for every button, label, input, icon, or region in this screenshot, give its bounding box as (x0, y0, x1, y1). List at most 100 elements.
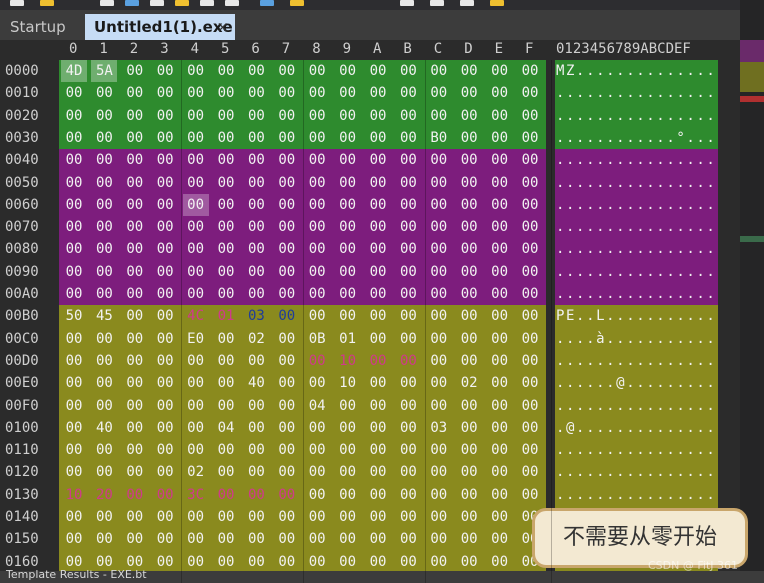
hex-byte[interactable]: 00 (274, 417, 300, 439)
hex-byte[interactable]: 00 (213, 261, 239, 283)
hex-byte[interactable]: 00 (426, 461, 452, 483)
hex-byte[interactable]: 00 (61, 105, 87, 127)
hex-byte[interactable]: 00 (365, 484, 391, 506)
hex-byte[interactable]: 00 (426, 328, 452, 350)
hex-byte[interactable]: 00 (365, 82, 391, 104)
hex-byte[interactable]: 00 (395, 328, 421, 350)
hex-byte[interactable]: 20 (91, 484, 117, 506)
hex-byte[interactable]: 00 (152, 60, 178, 82)
hex-byte[interactable]: 00 (395, 551, 421, 573)
hex-byte[interactable]: 00 (152, 484, 178, 506)
hex-byte[interactable]: 00 (152, 238, 178, 260)
hex-byte[interactable]: 00 (456, 506, 482, 528)
hex-byte[interactable]: 00 (91, 149, 117, 171)
ascii-row[interactable]: ................ (556, 105, 718, 127)
hex-byte[interactable]: 00 (61, 82, 87, 104)
hex-byte[interactable]: 00 (426, 551, 452, 573)
hex-byte[interactable]: 10 (61, 484, 87, 506)
ascii-row[interactable]: ................ (556, 238, 718, 260)
hex-byte[interactable]: 00 (91, 350, 117, 372)
hex-byte[interactable]: 00 (365, 216, 391, 238)
hex-byte[interactable]: 40 (243, 372, 269, 394)
hex-byte[interactable]: 00 (213, 528, 239, 550)
copy-icon[interactable] (200, 0, 214, 6)
hex-byte[interactable]: 00 (365, 127, 391, 149)
hex-byte[interactable]: 00 (182, 193, 209, 216)
hex-byte[interactable]: 00 (487, 149, 513, 171)
hex-byte[interactable]: 00 (456, 194, 482, 216)
hex-byte[interactable]: 00 (243, 484, 269, 506)
hex-byte[interactable]: 00 (456, 283, 482, 305)
new-file-icon[interactable] (10, 0, 24, 6)
hex-byte[interactable]: 00 (456, 484, 482, 506)
hex-byte[interactable]: 00 (456, 82, 482, 104)
hex-byte[interactable]: 00 (426, 105, 452, 127)
hex-byte[interactable]: 00 (183, 551, 209, 573)
hex-byte[interactable]: 00 (91, 283, 117, 305)
hex-byte[interactable]: 00 (487, 506, 513, 528)
hex-byte[interactable]: 00 (183, 216, 209, 238)
hex-byte[interactable]: 00 (122, 261, 148, 283)
hex-byte[interactable]: 00 (487, 372, 513, 394)
hex-byte[interactable]: 00 (213, 551, 239, 573)
hex-byte[interactable]: 00 (122, 238, 148, 260)
hex-byte[interactable]: 00 (274, 551, 300, 573)
hex-byte[interactable]: 00 (304, 172, 330, 194)
hex-byte[interactable]: 00 (426, 350, 452, 372)
hex-byte[interactable]: 00 (335, 127, 361, 149)
hex-byte[interactable]: 00 (426, 283, 452, 305)
ascii-row[interactable]: ................ (556, 484, 718, 506)
hex-byte[interactable]: 00 (122, 328, 148, 350)
hex-byte[interactable]: 00 (335, 238, 361, 260)
hex-byte[interactable]: 00 (426, 194, 452, 216)
hex-byte[interactable]: 00 (61, 172, 87, 194)
hex-byte[interactable]: 00 (183, 417, 209, 439)
hex-byte[interactable]: 00 (122, 216, 148, 238)
hex-byte[interactable]: 00 (243, 261, 269, 283)
ascii-row[interactable]: ................ (556, 82, 718, 104)
hex-byte[interactable]: 00 (152, 216, 178, 238)
hex-byte[interactable]: 00 (122, 461, 148, 483)
hex-byte[interactable]: 00 (517, 395, 543, 417)
hex-byte[interactable]: 00 (456, 395, 482, 417)
hex-byte[interactable]: 00 (152, 417, 178, 439)
hex-byte[interactable]: 00 (213, 60, 239, 82)
hex-byte[interactable]: 00 (243, 238, 269, 260)
hex-byte[interactable]: 00 (243, 127, 269, 149)
hex-byte[interactable]: 00 (487, 528, 513, 550)
hex-byte[interactable]: 00 (426, 528, 452, 550)
hex-byte[interactable]: 00 (487, 350, 513, 372)
hex-byte[interactable]: 00 (183, 528, 209, 550)
hex-byte[interactable]: 00 (61, 149, 87, 171)
hex-byte[interactable]: 00 (365, 528, 391, 550)
hex-byte[interactable]: 00 (426, 172, 452, 194)
hex-byte[interactable]: 00 (365, 551, 391, 573)
hex-byte[interactable]: 00 (243, 105, 269, 127)
hex-byte[interactable]: 00 (243, 350, 269, 372)
hex-byte[interactable]: 00 (365, 417, 391, 439)
hex-byte[interactable]: 01 (213, 305, 239, 327)
hex-byte[interactable]: 00 (152, 350, 178, 372)
hex-byte[interactable]: 00 (61, 506, 87, 528)
hex-byte[interactable]: 00 (61, 238, 87, 260)
hex-byte[interactable]: 00 (274, 60, 300, 82)
hex-byte[interactable]: 03 (426, 417, 452, 439)
hex-byte[interactable]: 00 (213, 105, 239, 127)
hex-byte[interactable]: 00 (61, 328, 87, 350)
hex-byte[interactable]: 00 (365, 372, 391, 394)
hex-byte[interactable]: 00 (395, 216, 421, 238)
hex-byte[interactable]: 00 (122, 105, 148, 127)
hex-byte[interactable]: 00 (517, 328, 543, 350)
hex-byte[interactable]: 00 (122, 194, 148, 216)
hex-byte[interactable]: 00 (213, 439, 239, 461)
hex-byte[interactable]: 00 (395, 461, 421, 483)
hex-byte[interactable]: 00 (274, 484, 300, 506)
hex-byte[interactable]: 00 (335, 261, 361, 283)
hex-byte[interactable]: 00 (395, 149, 421, 171)
hex-byte[interactable]: 00 (274, 216, 300, 238)
hex-byte[interactable]: 03 (243, 305, 269, 327)
close-tab-icon[interactable]: × (216, 14, 229, 40)
hex-byte[interactable]: 00 (426, 395, 452, 417)
hex-byte[interactable]: 00 (456, 461, 482, 483)
hex-byte[interactable]: 00 (152, 551, 178, 573)
